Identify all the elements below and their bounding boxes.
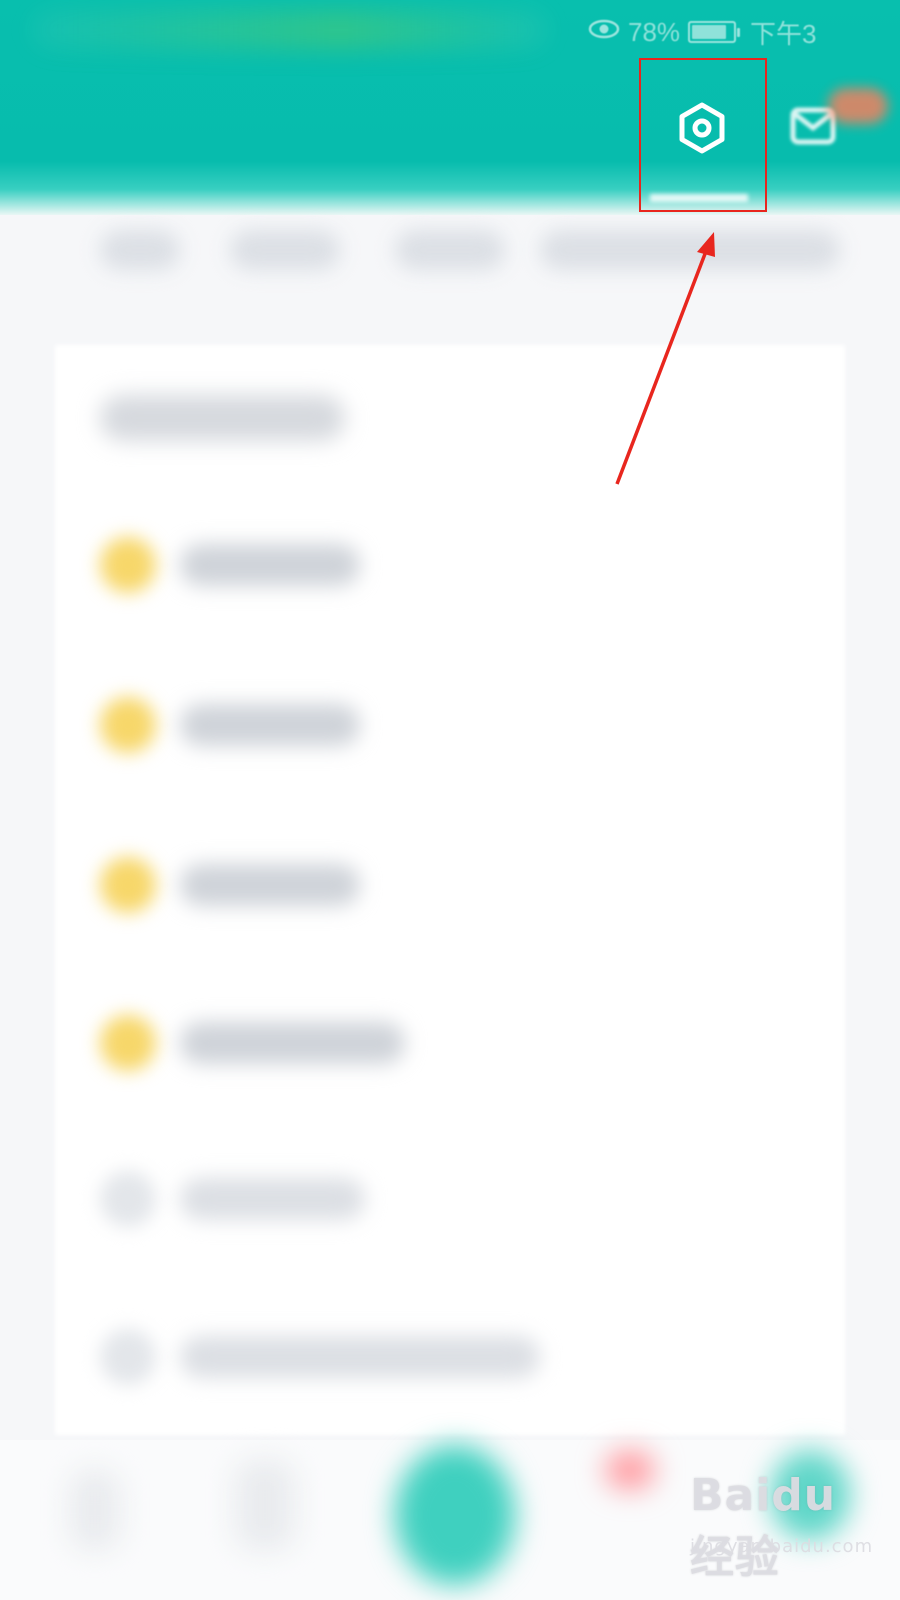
notification-badge bbox=[828, 88, 888, 124]
list-item[interactable] bbox=[0, 1314, 900, 1394]
list-item-label bbox=[180, 544, 360, 586]
list-item-label bbox=[180, 1178, 365, 1220]
list-item[interactable] bbox=[0, 1000, 900, 1080]
status-time: 下午3 bbox=[750, 18, 817, 49]
battery-percent: 78% bbox=[628, 16, 681, 47]
battery-icon bbox=[688, 21, 741, 43]
tab-4[interactable] bbox=[540, 230, 840, 270]
status-bar-blurred bbox=[30, 10, 550, 50]
list-item-label bbox=[180, 704, 360, 746]
list-item[interactable] bbox=[0, 1156, 900, 1236]
list-icon bbox=[100, 1329, 156, 1385]
list-item[interactable] bbox=[0, 842, 900, 922]
star-icon bbox=[100, 537, 156, 593]
watermark-url: jingyan.baidu.com bbox=[690, 1536, 874, 1557]
list-icon bbox=[100, 1171, 156, 1227]
nav-item-2-icon[interactable] bbox=[235, 1460, 295, 1550]
nav-item-4-icon[interactable] bbox=[605, 1450, 655, 1490]
nav-center-button[interactable] bbox=[395, 1445, 515, 1585]
card-title bbox=[100, 395, 345, 441]
highlight-box bbox=[639, 58, 767, 212]
star-icon bbox=[100, 1015, 156, 1071]
star-icon bbox=[100, 857, 156, 913]
list-item[interactable] bbox=[0, 522, 900, 602]
list-item-label bbox=[180, 1022, 405, 1064]
list-item-label bbox=[180, 1336, 540, 1378]
eye-icon bbox=[588, 17, 620, 48]
tab-2[interactable] bbox=[230, 230, 340, 270]
list-item[interactable] bbox=[0, 682, 900, 762]
nav-item-1-icon[interactable] bbox=[70, 1470, 120, 1550]
star-icon bbox=[100, 697, 156, 753]
status-bar-right: 78% 下午3 bbox=[588, 12, 817, 52]
tab-3[interactable] bbox=[395, 230, 505, 270]
tab-1[interactable] bbox=[100, 230, 180, 270]
list-item-label bbox=[180, 864, 360, 906]
baidu-jingyan-watermark: Baidu 经验 jingyan.baidu.com bbox=[690, 1450, 890, 1583]
watermark-logo-text: Baidu 经验 bbox=[690, 1470, 837, 1583]
